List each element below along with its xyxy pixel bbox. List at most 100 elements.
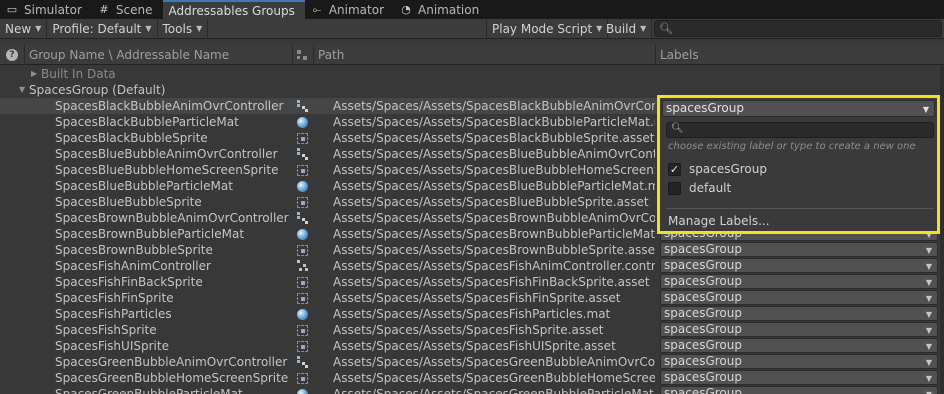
labels-popup: spacesGroup ▼ 🔍︎ choose existing label o… [657,95,940,234]
profile-dropdown[interactable]: Profile: Default ▼ [47,19,158,38]
entry-label-dropdown[interactable]: spacesGroup ▼ [660,290,938,305]
build-dropdown[interactable]: Build ▼ [601,19,653,38]
entry-label: spacesGroup [664,338,742,352]
anim-override-icon [297,212,309,224]
play-mode-script-dropdown[interactable]: Play Mode Script ▼ [486,19,609,38]
entry-path: Assets/Spaces/Assets/SpacesFishSprite.as… [333,323,604,337]
entry-label-dropdown[interactable]: spacesGroup ▼ [660,386,938,394]
entry-path: Assets/Spaces/Assets/SpacesBlueBubbleSpr… [333,195,649,209]
build-label: Build [606,21,637,36]
tree-row-entry[interactable]: SpacesFishParticles Assets/Spaces/Assets/… [0,306,944,322]
asset-type-icon [297,50,307,60]
manage-labels-button[interactable]: Manage Labels... [668,214,770,228]
tree-row-entry[interactable]: SpacesFishAnimController Assets/Spaces/As… [0,258,944,274]
entry-path: Assets/Spaces/Assets/SpacesFishUISprite.… [333,339,616,353]
entry-name: SpacesFishParticles [55,307,172,321]
checkbox-unchecked[interactable] [668,181,681,195]
tree-row-entry[interactable]: SpacesFishUISprite Assets/Spaces/Assets/S… [0,338,944,354]
tree-row-entry[interactable]: SpacesFishSprite Assets/Spaces/Assets/Spa… [0,322,944,338]
tools-dropdown[interactable]: Tools ▼ [158,19,209,38]
help-icon[interactable]: ? [6,49,18,61]
tree-row-entry[interactable]: SpacesBrownBubbleSprite Assets/Spaces/Ass… [0,242,944,258]
selected-label: spacesGroup [666,101,744,115]
entry-name: SpacesBlueBubbleParticleMat [55,179,233,193]
chevron-down-icon: ▼ [925,342,932,351]
entry-label-dropdown[interactable]: spacesGroup ▼ [660,258,938,273]
anim-controller-icon [297,260,309,272]
entry-label: spacesGroup [664,354,742,368]
search-input[interactable]: 🔍︎ [654,20,942,37]
animator-icon: ⟜ [312,2,322,16]
scrollbar[interactable] [940,66,944,394]
sprite-icon [297,341,308,352]
entry-path: Assets/Spaces/Assets/SpacesBlueBubblePar… [333,179,655,193]
scene-icon: # [99,3,109,16]
entry-name: SpacesGreenBubbleHomeScreenSprite [55,371,289,385]
label-option-spacesgroup[interactable]: ✓ spacesGroup [668,161,767,177]
entry-label-dropdown[interactable]: spacesGroup ▼ [660,338,938,353]
entry-type [297,260,309,272]
entry-type [297,388,309,394]
entry-path: Assets/Spaces/Assets/SpacesFishFinSprite… [333,291,621,305]
tree-row-entry[interactable]: SpacesGreenBubbleParticleMat Assets/Space… [0,386,944,394]
sprite-icon [297,293,308,304]
entry-type [297,116,309,128]
entry-label: spacesGroup [664,290,742,304]
entry-type [297,196,309,208]
column-divider[interactable] [313,45,314,65]
entry-path: Assets/Spaces/Assets/SpacesBlackBubbleSp… [333,131,655,145]
entry-label-dropdown[interactable]: spacesGroup ▼ [660,274,938,289]
tab-label: Animation [418,2,480,17]
entry-type [297,356,309,368]
tab-animator[interactable]: ⟜ Animator [305,0,394,19]
entry-type [297,100,309,112]
entry-name: SpacesBlackBubbleSprite [55,131,208,145]
entry-path: Assets/Spaces/Assets/SpacesBrownBubbleAn… [333,211,655,225]
tab-scene[interactable]: # Scene [92,0,163,19]
tab-label: Animator [328,2,385,17]
labels-dropdown[interactable]: spacesGroup ▼ [662,100,935,117]
entry-path: Assets/Spaces/Assets/SpacesFishAnimContr… [333,259,655,273]
entry-name: SpacesFishAnimController [55,259,211,273]
chevron-down-icon[interactable]: ▼ [19,82,25,98]
simulator-icon: ▭ [6,3,18,16]
column-divider[interactable] [292,45,293,65]
tab-addressables-groups[interactable]: Addressables Groups [162,0,305,19]
search-icon: 🔍︎ [671,123,684,134]
column-labels[interactable]: Labels [660,48,699,62]
chevron-down-icon: ▼ [925,326,932,335]
chevron-right-icon[interactable]: ▶ [31,66,37,82]
entry-type [297,292,309,304]
entry-label-dropdown[interactable]: spacesGroup ▼ [660,354,938,369]
option-label: default [689,181,732,195]
tab-simulator[interactable]: ▭ Simulator [0,0,92,19]
label-search-input[interactable]: 🔍︎ [666,122,934,138]
tab-animation[interactable]: ◔ Animation [394,0,489,19]
column-path[interactable]: Path [318,48,344,62]
checkbox-checked[interactable]: ✓ [668,162,681,176]
entry-name: SpacesBrownBubbleParticleMat [55,227,245,241]
new-dropdown[interactable]: New ▼ [0,19,48,38]
tree-row-entry[interactable]: SpacesGreenBubbleAnimOvrController Assets… [0,354,944,370]
material-icon [297,389,308,394]
material-icon [297,309,308,320]
entry-path: Assets/Spaces/Assets/SpacesBlueBubbleHom… [333,163,655,177]
entry-label-dropdown[interactable]: spacesGroup ▼ [660,370,938,385]
entry-type [297,228,309,240]
entry-label-dropdown[interactable]: spacesGroup ▼ [660,242,938,257]
tree-row-entry[interactable]: SpacesGreenBubbleHomeScreenSprite Assets/… [0,370,944,386]
entry-label-dropdown[interactable]: spacesGroup ▼ [660,322,938,337]
tree-row-entry[interactable]: SpacesFishFinSprite Assets/Spaces/Assets/… [0,290,944,306]
play-mode-label: Play Mode Script [492,21,593,36]
label-option-default[interactable]: default [668,180,731,196]
tree-row-builtin[interactable]: ▶ Built In Data [0,66,944,82]
entry-type [297,148,309,160]
entry-label-dropdown[interactable]: spacesGroup ▼ [660,306,938,321]
column-divider[interactable] [24,45,25,65]
entry-name: SpacesFishUISprite [55,339,169,353]
column-group-name[interactable]: Group Name \ Addressable Name [29,48,229,62]
entry-label: spacesGroup [664,306,742,320]
tree-row-entry[interactable]: SpacesFishFinBackSprite Assets/Spaces/Ass… [0,274,944,290]
column-divider[interactable] [655,45,656,65]
entry-name: SpacesFishFinBackSprite [55,275,203,289]
